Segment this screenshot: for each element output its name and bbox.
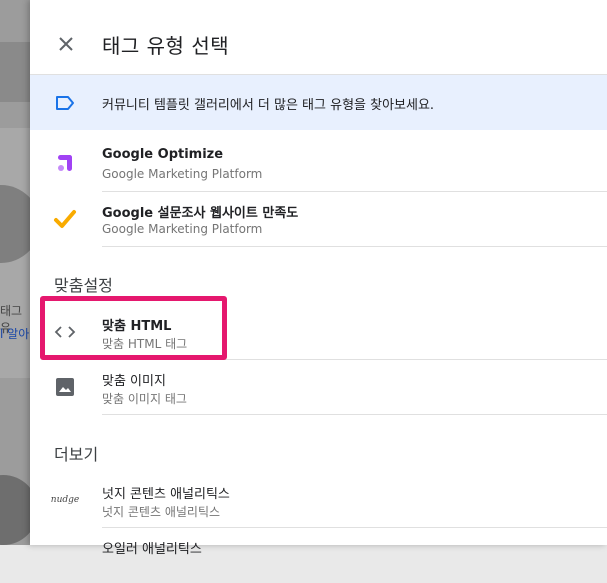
section-heading-more: 더보기 (54, 445, 99, 464)
panel-header: 태그 유형 선택 (30, 0, 607, 75)
page-title: 태그 유형 선택 (102, 34, 230, 58)
highlight-box (40, 296, 227, 360)
nudge-logo: nudge (50, 487, 80, 513)
item-subtitle: 넛지 콘텐츠 애널리틱스 (102, 505, 221, 519)
divider (102, 414, 607, 415)
close-button[interactable] (54, 32, 78, 56)
divider (102, 246, 607, 247)
tag-icon (54, 93, 76, 113)
item-subtitle: Google Marketing Platform (102, 222, 263, 236)
list-item-google-optimize[interactable]: Google Optimize Google Marketing Platfor… (30, 137, 607, 192)
tag-type-panel: 태그 유형 선택 커뮤니티 템플릿 갤러리에서 더 많은 태그 유형을 찾아보세… (30, 0, 607, 557)
background-link: l 알아 (0, 327, 30, 341)
background-circle (0, 185, 30, 263)
checkmark-icon (52, 206, 78, 232)
item-subtitle: 맞춤 이미지 태그 (102, 392, 187, 406)
banner-text: 커뮤니티 템플릿 갤러리에서 더 많은 태그 유형을 찾아보세요. (102, 98, 435, 113)
item-name: Google Optimize (102, 147, 224, 162)
item-name: Google 설문조사 웹사이트 만족도 (102, 206, 299, 221)
list-item-analytics[interactable]: 오일러 애널리틱스 (30, 528, 607, 583)
optimize-icon (52, 151, 78, 177)
item-name: 넛지 콘텐츠 애널리틱스 (102, 487, 230, 502)
list-item-nudge[interactable]: nudge 넛지 콘텐츠 애널리틱스 넛지 콘텐츠 애널리틱스 (30, 473, 607, 528)
item-name: 맞춤 이미지 (102, 374, 166, 389)
background-page: 태그 유 l 알아 (0, 0, 30, 545)
community-gallery-banner[interactable]: 커뮤니티 템플릿 갤러리에서 더 많은 태그 유형을 찾아보세요. (30, 75, 607, 130)
background-strip (0, 42, 30, 102)
nudge-logo-text: nudge (50, 495, 80, 505)
item-subtitle: Google Marketing Platform (102, 167, 263, 181)
image-icon (52, 374, 78, 400)
item-name: 오일러 애널리틱스 (102, 542, 202, 557)
list-item-custom-image[interactable]: 맞춤 이미지 맞춤 이미지 태그 (30, 360, 607, 415)
section-heading-custom: 맞춤설정 (54, 276, 113, 295)
list-item-google-surveys[interactable]: Google 설문조사 웹사이트 만족도 Google Marketing Pl… (30, 192, 607, 247)
background-circle (0, 475, 30, 545)
analytics-icon (52, 542, 78, 568)
close-icon (59, 37, 73, 51)
